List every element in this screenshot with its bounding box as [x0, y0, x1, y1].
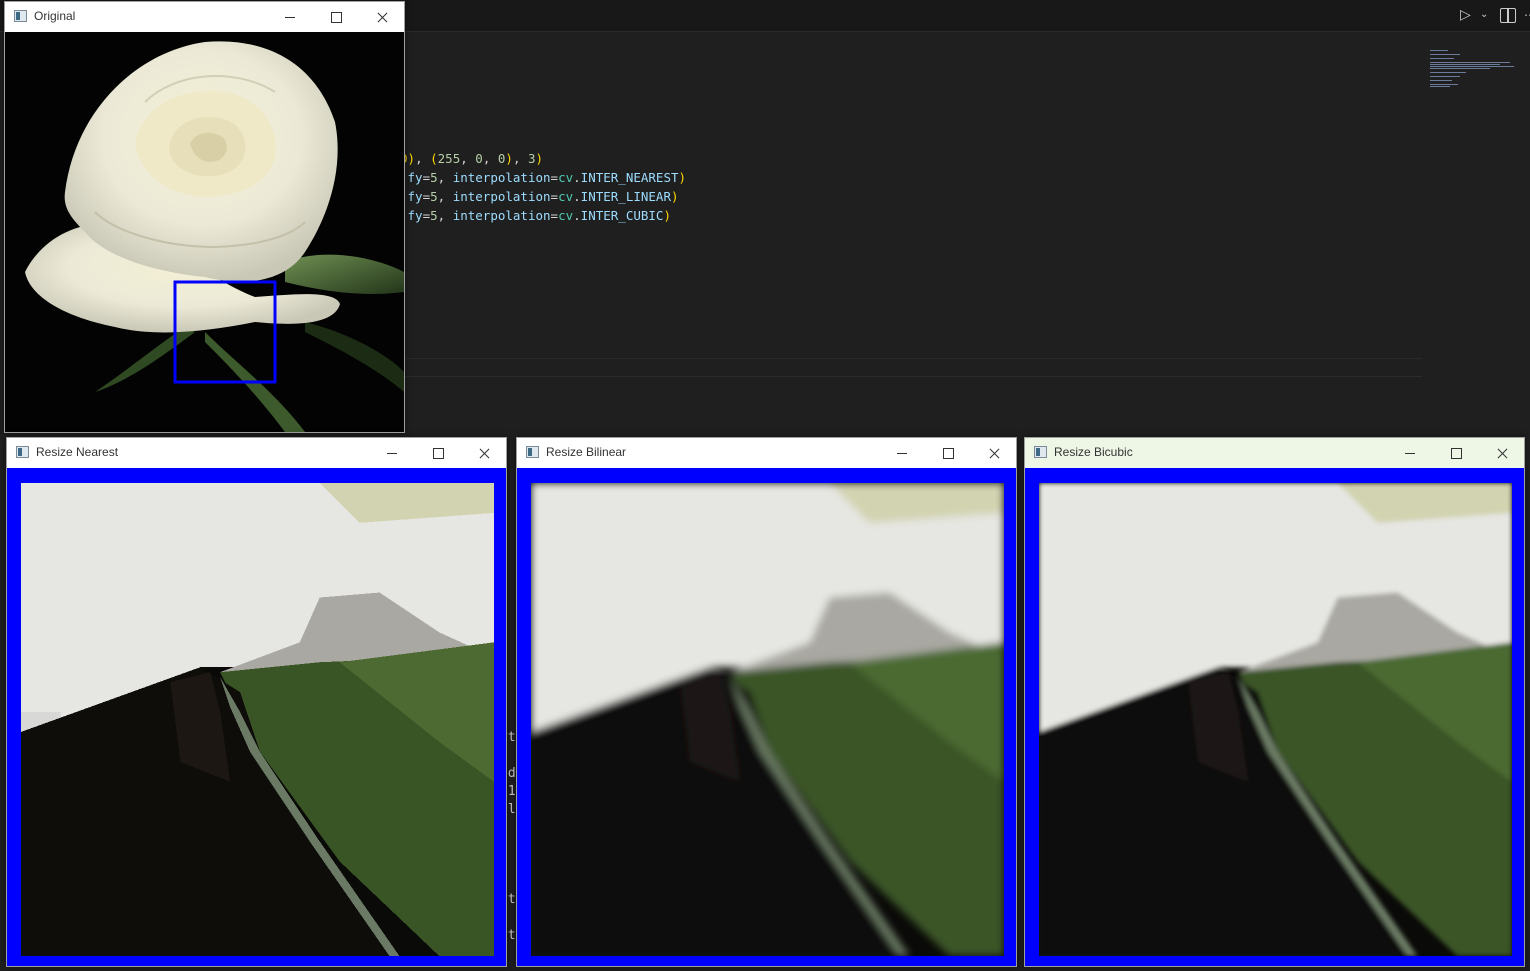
minimap-line	[1430, 50, 1448, 51]
code-token: =	[422, 170, 431, 185]
minimap-line	[1430, 80, 1452, 81]
minimap-line	[1430, 64, 1500, 65]
code-token: 5	[430, 189, 438, 204]
minimap[interactable]	[1430, 50, 1515, 92]
app-icon	[14, 10, 27, 22]
window-titlebar[interactable]: Resize Bicubic	[1025, 438, 1524, 468]
code-token: =	[422, 189, 431, 204]
code-token: INTER_NEAREST	[580, 170, 679, 185]
close-button[interactable]	[1482, 440, 1522, 466]
code-token: ,	[415, 151, 431, 166]
code-token: .	[573, 189, 581, 204]
window-title: Resize Bicubic	[1054, 445, 1133, 459]
bilinear-image	[517, 468, 1016, 966]
minimap-line	[1430, 68, 1490, 69]
minimap-line	[1430, 72, 1466, 73]
resize-nearest-window[interactable]: Resize Nearest	[6, 437, 507, 967]
zoomed-image-nearest	[21, 483, 494, 956]
maximize-button[interactable]	[1436, 440, 1476, 466]
code-token: 0	[475, 151, 483, 166]
code-token: .	[573, 170, 581, 185]
code-token: =	[422, 208, 431, 223]
code-token: ,	[437, 208, 453, 223]
zoom-svg	[531, 483, 1004, 956]
resize-bicubic-window[interactable]: Resize Bicubic	[1024, 437, 1525, 967]
code-token: cv	[558, 189, 574, 204]
minimap-line	[1430, 84, 1458, 85]
code-token: INTER_CUBIC	[580, 208, 664, 223]
app-icon	[526, 446, 539, 458]
window-title: Resize Nearest	[36, 445, 119, 459]
maximize-button[interactable]	[928, 440, 968, 466]
minimap-line	[1430, 76, 1460, 77]
close-button[interactable]	[464, 440, 504, 466]
minimize-button[interactable]	[882, 440, 922, 466]
code-token: =	[550, 170, 559, 185]
code-token: 5	[430, 208, 438, 223]
minimap-line	[1430, 66, 1514, 67]
close-button[interactable]	[974, 440, 1014, 466]
editor-divider	[400, 358, 1422, 359]
editor-divider	[400, 376, 1422, 377]
code-token: cv	[558, 170, 574, 185]
code-token: )	[505, 151, 513, 166]
app-icon	[1034, 446, 1047, 458]
code-token: ,	[482, 151, 498, 166]
zoom-svg	[1039, 483, 1512, 956]
maximize-button[interactable]	[316, 4, 356, 30]
rose-image	[5, 32, 404, 432]
original-window[interactable]: Original	[4, 1, 405, 433]
minimap-line	[1430, 62, 1510, 63]
code-token: )	[670, 189, 679, 204]
code-line: 0), (255, 0, 0), 3)	[400, 149, 543, 168]
code-token: =	[550, 208, 559, 223]
minimize-button[interactable]	[270, 4, 310, 30]
code-token: =	[550, 189, 559, 204]
code-token: ,	[437, 189, 453, 204]
chevron-down-icon[interactable]: ⌄	[1480, 6, 1488, 24]
code-token: (	[430, 151, 438, 166]
code-token: INTER_LINEAR	[580, 189, 671, 204]
window-titlebar[interactable]: Resize Nearest	[7, 438, 506, 468]
code-line: fy=5, interpolation=cv.INTER_CUBIC)	[400, 206, 671, 225]
zoomed-image-bilinear	[531, 483, 1004, 956]
zoomed-image-bicubic	[1039, 483, 1512, 956]
code-token: )	[678, 170, 687, 185]
minimap-line	[1430, 54, 1460, 55]
code-token: )	[663, 208, 671, 223]
code-token: ,	[460, 151, 476, 166]
maximize-button[interactable]	[418, 440, 458, 466]
original-image	[5, 32, 404, 432]
code-line: fy=5, interpolation=cv.INTER_NEAREST)	[400, 168, 687, 187]
code-token: ,	[512, 151, 529, 166]
window-titlebar[interactable]: Resize Bilinear	[517, 438, 1016, 468]
window-title: Resize Bilinear	[546, 445, 627, 459]
window-title: Original	[34, 9, 76, 23]
close-button[interactable]	[362, 4, 402, 30]
minimize-button[interactable]	[1390, 440, 1430, 466]
code-token: interpolation	[452, 189, 551, 204]
code-token: interpolation	[452, 170, 551, 185]
code-token: ,	[437, 170, 453, 185]
split-editor-icon[interactable]	[1500, 8, 1516, 23]
minimap-line	[1430, 86, 1450, 87]
code-token: )	[535, 151, 544, 166]
code-line: fy=5, interpolation=cv.INTER_LINEAR)	[400, 187, 679, 206]
code-token: 255	[437, 151, 461, 166]
zoom-svg	[21, 483, 494, 956]
code-token: 3	[528, 151, 536, 166]
minimap-line	[1430, 58, 1454, 59]
code-token: 5	[430, 170, 438, 185]
app-icon	[16, 446, 29, 458]
more-icon[interactable]: ⋯	[1524, 6, 1530, 24]
code-token: .	[573, 208, 581, 223]
code-token: cv	[558, 208, 574, 223]
bicubic-image	[1025, 468, 1524, 966]
nearest-image	[7, 468, 506, 966]
minimize-button[interactable]	[372, 440, 412, 466]
run-icon[interactable]: ▷	[1460, 6, 1471, 24]
code-token: interpolation	[452, 208, 551, 223]
resize-bilinear-window[interactable]: Resize Bilinear	[516, 437, 1017, 967]
window-titlebar[interactable]: Original	[5, 2, 404, 32]
